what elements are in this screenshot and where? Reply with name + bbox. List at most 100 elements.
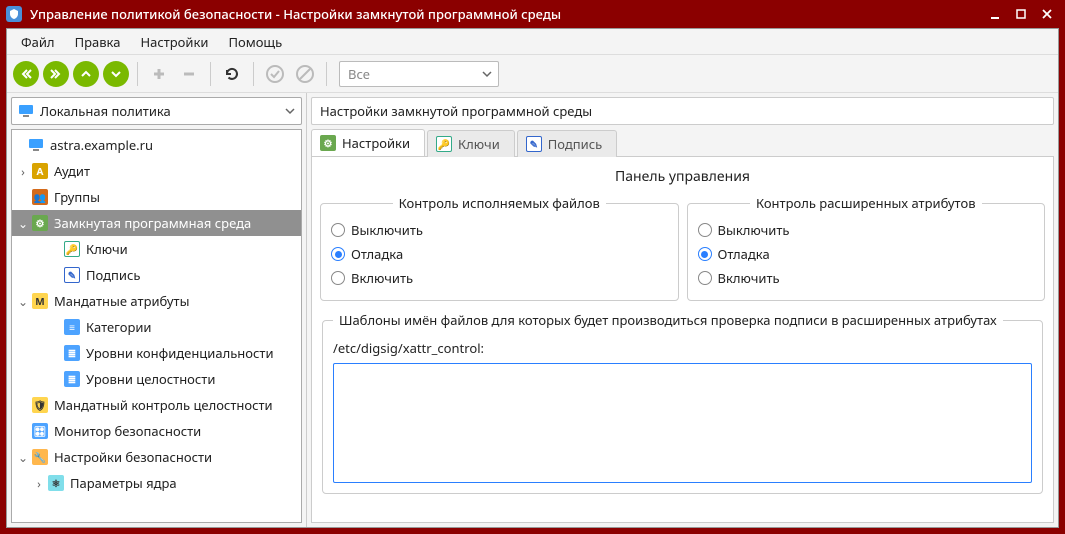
tree-host[interactable]: astra.example.ru: [12, 132, 301, 158]
monitor-icon: [18, 103, 34, 119]
tree-sec-monitor[interactable]: 🎛 Монитор безопасности: [12, 418, 301, 444]
tree-mand-conf[interactable]: ≣ Уровни конфиденциальности: [12, 340, 301, 366]
nav-last-button[interactable]: [43, 61, 69, 87]
toolbar: Все: [7, 54, 1058, 92]
xattr-radio-off[interactable]: Выключить: [698, 218, 1035, 242]
mandatory-icon: M: [32, 293, 48, 309]
expander-icon[interactable]: ⌄: [16, 215, 30, 232]
add-button[interactable]: [146, 61, 172, 87]
expander-icon[interactable]: ›: [16, 163, 30, 180]
tree-mic[interactable]: 🛡 Мандатный контроль целостности: [12, 392, 301, 418]
radio-label: Включить: [718, 269, 780, 287]
policy-combo[interactable]: Локальная политика: [11, 97, 302, 125]
monitor-security-icon: 🎛: [32, 423, 48, 439]
tree-label: Ключи: [86, 240, 128, 258]
left-pane: Локальная политика astra.example.ru ›: [7, 93, 307, 527]
radio-label: Отладка: [351, 245, 403, 263]
tree-kernel-params[interactable]: › ⚛ Параметры ядра: [12, 470, 301, 496]
tree-mand-cat[interactable]: ≡ Категории: [12, 314, 301, 340]
exec-radio-on[interactable]: Включить: [331, 266, 668, 290]
settings-tab-icon: ⚙: [320, 135, 336, 151]
tab-label: Подпись: [548, 135, 602, 153]
nav-first-button[interactable]: [13, 61, 39, 87]
policy-combo-label: Локальная политика: [40, 102, 171, 120]
filter-combo-value: Все: [348, 65, 370, 83]
tree-label: Категории: [86, 318, 152, 336]
tree-mand-integ[interactable]: ≣ Уровни целостности: [12, 366, 301, 392]
audit-icon: A: [32, 163, 48, 179]
tab-keys[interactable]: 🔑 Ключи: [427, 130, 515, 157]
expander-icon[interactable]: ⌄: [16, 293, 30, 310]
tab-label: Ключи: [458, 135, 500, 153]
filter-combo[interactable]: Все: [339, 61, 499, 87]
tab-panel-settings: Панель управления Контроль исполняемых ф…: [311, 157, 1054, 523]
client-area: Файл Правка Настройки Помощь Все: [6, 28, 1059, 528]
tree-groups[interactable]: 👥 Группы: [12, 184, 301, 210]
menu-file[interactable]: Файл: [11, 29, 65, 54]
tab-settings[interactable]: ⚙ Настройки: [311, 129, 425, 156]
xattr-radio-debug[interactable]: Отладка: [698, 242, 1035, 266]
tree-mand-attrs[interactable]: ⌄ M Мандатные атрибуты: [12, 288, 301, 314]
folder-settings-icon: ⚙: [32, 215, 48, 231]
close-button[interactable]: [1035, 4, 1059, 24]
tree-view[interactable]: astra.example.ru › A Аудит 👥 Групп: [11, 129, 302, 523]
radio-label: Выключить: [718, 221, 790, 239]
tab-label: Настройки: [342, 134, 410, 152]
tab-sign[interactable]: ✎ Подпись: [517, 130, 617, 157]
radio-label: Отладка: [718, 245, 770, 263]
toolbar-separator: [253, 62, 254, 86]
content: Локальная политика astra.example.ru ›: [7, 92, 1058, 527]
tree-label: Мандатные атрибуты: [54, 292, 189, 310]
templates-editor[interactable]: [333, 363, 1032, 483]
panel-title: Панель управления: [320, 163, 1045, 194]
radio-icon: [698, 247, 712, 261]
tree-closed-env[interactable]: ⌄ ⚙ Замкнутая программная среда: [12, 210, 301, 236]
nav-up-button[interactable]: [73, 61, 99, 87]
category-icon: ≡: [64, 319, 80, 335]
expander-icon[interactable]: ›: [32, 475, 46, 492]
sign-tab-icon: ✎: [526, 136, 542, 152]
keys-icon: 🔑: [64, 241, 80, 257]
titlebar: Управление политикой безопасности - Наст…: [0, 0, 1065, 28]
menu-help[interactable]: Помощь: [218, 29, 292, 54]
radio-icon: [331, 271, 345, 285]
exec-radio-debug[interactable]: Отладка: [331, 242, 668, 266]
chevron-down-icon: [482, 69, 492, 79]
menu-settings[interactable]: Настройки: [130, 29, 218, 54]
exec-radio-off[interactable]: Выключить: [331, 218, 668, 242]
tree-sec-settings[interactable]: ⌄ 🔧 Настройки безопасности: [12, 444, 301, 470]
tree-label: Уровни целостности: [86, 370, 215, 388]
exec-control-legend: Контроль исполняемых файлов: [393, 194, 606, 212]
tree-label: astra.example.ru: [50, 136, 153, 154]
security-settings-icon: 🔧: [32, 449, 48, 465]
window: Управление политикой безопасности - Наст…: [0, 0, 1065, 534]
tree-audit[interactable]: › A Аудит: [12, 158, 301, 184]
minimize-button[interactable]: [983, 4, 1007, 24]
tree-label: Группы: [54, 188, 100, 206]
toolbar-separator: [210, 62, 211, 86]
xattr-radio-on[interactable]: Включить: [698, 266, 1035, 290]
refresh-button[interactable]: [219, 61, 245, 87]
keys-tab-icon: 🔑: [436, 136, 452, 152]
radio-icon: [331, 247, 345, 261]
tabbar: ⚙ Настройки 🔑 Ключи ✎ Подпись: [311, 129, 1054, 157]
tree-closed-env-keys[interactable]: 🔑 Ключи: [12, 236, 301, 262]
xattr-control-legend: Контроль расширенных атрибутов: [750, 194, 982, 212]
xattr-control-group: Контроль расширенных атрибутов Выключить…: [687, 194, 1046, 301]
radio-label: Включить: [351, 269, 413, 287]
tree-closed-env-sign[interactable]: ✎ Подпись: [12, 262, 301, 288]
menu-edit[interactable]: Правка: [65, 29, 131, 54]
radio-icon: [698, 223, 712, 237]
remove-button[interactable]: [176, 61, 202, 87]
expander-icon[interactable]: ⌄: [16, 449, 30, 466]
tree-label: Замкнутая программная среда: [54, 214, 251, 232]
groups-icon: 👥: [32, 189, 48, 205]
maximize-button[interactable]: [1009, 4, 1033, 24]
deny-button[interactable]: [292, 61, 318, 87]
monitor-icon: [28, 137, 44, 153]
chevron-down-icon: [285, 106, 295, 116]
nav-down-button[interactable]: [103, 61, 129, 87]
tree-label: Аудит: [54, 162, 90, 180]
accept-button[interactable]: [262, 61, 288, 87]
tree-label: Настройки безопасности: [54, 448, 212, 466]
